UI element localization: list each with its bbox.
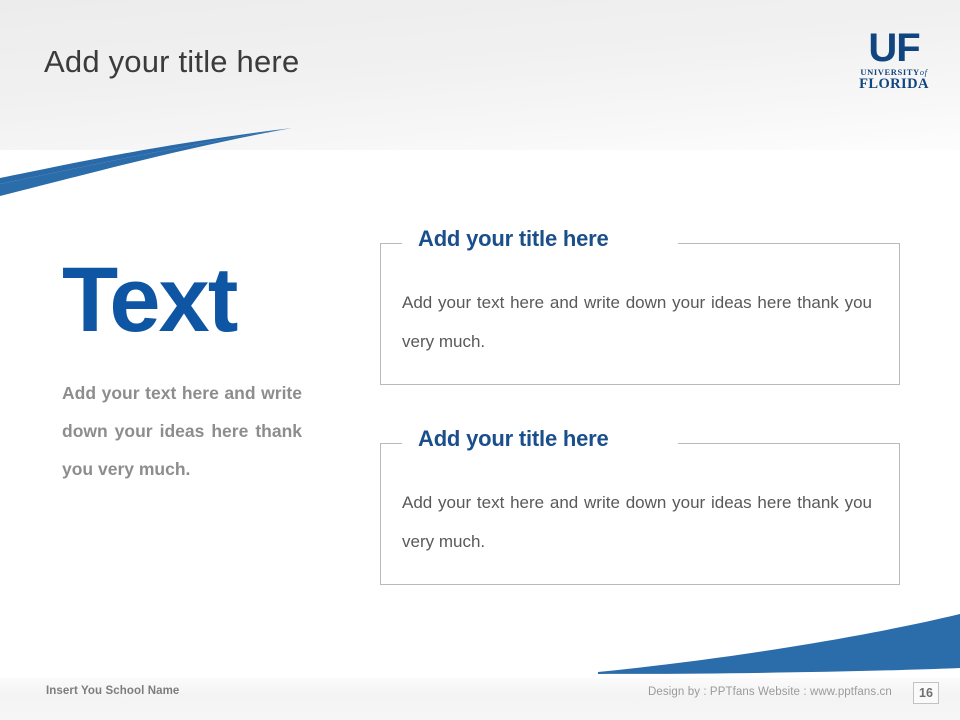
content-box-2-body: Add your text here and write down your i… — [402, 493, 872, 551]
content-box-1-title: Add your title here — [412, 226, 615, 252]
uf-monogram: UF — [868, 26, 920, 70]
left-paragraph: Add your text here and write down your i… — [62, 383, 302, 479]
content-box-2-title: Add your title here — [412, 426, 615, 452]
content-box-1[interactable]: Add your title here Add your text here a… — [380, 226, 900, 385]
slide-canvas: Add your title here UF UNIVERSITYof FLOR… — [0, 0, 960, 720]
left-headline: Text — [62, 249, 238, 351]
bottom-swoosh-icon — [598, 614, 960, 674]
page-number-badge: 16 — [913, 682, 939, 704]
uf-state-word: FLORIDA — [859, 76, 929, 92]
left-column: Text Add your text here and write down y… — [62, 252, 320, 488]
footer-school-name: Insert You School Name — [46, 685, 180, 697]
footer-credit: Design by : PPTfans Website : www.pptfan… — [648, 686, 892, 698]
uf-logo: UF UNIVERSITYof FLORIDA — [856, 26, 932, 92]
content-box-2[interactable]: Add your title here Add your text here a… — [380, 426, 900, 585]
page-title: Add your title here — [44, 44, 300, 79]
content-box-1-body: Add your text here and write down your i… — [402, 293, 872, 351]
